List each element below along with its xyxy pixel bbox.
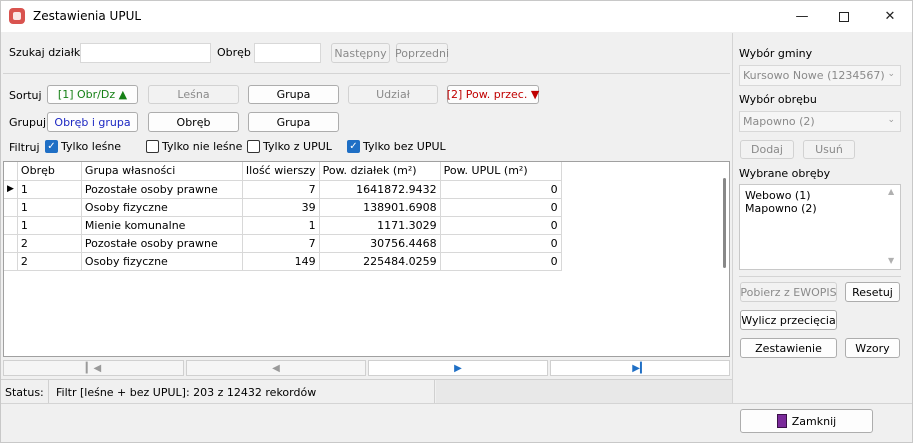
close-button[interactable]: Zamknij [740,409,873,433]
status-panel [436,380,732,404]
obreb-label: Wybór obrębu [739,93,817,106]
remove-button[interactable]: Usuń [803,140,855,159]
precinct-search-label: Obręb [217,46,251,59]
divider [3,73,730,74]
first-record-icon: ▎◀ [85,362,102,374]
selected-precincts-label: Wybrane obręby [739,167,831,180]
last-record-icon: ▶▎ [632,362,648,374]
sort-grupa-button[interactable]: Grupa [248,85,339,104]
panel-divider [732,33,733,403]
close-button-label: Zamknij [791,414,837,428]
sort-lesna-button[interactable]: Leśna [148,85,239,104]
parcel-search-label: Szukaj działki [9,46,84,59]
gmina-select[interactable]: Kursowo Nowe (1234567) ⌄ [739,65,901,86]
prior-record-button[interactable]: ◀ [186,360,366,376]
table-row[interactable]: 1 Mienie komunalne 1 1171.3029 0 [4,216,562,235]
sort-pow-przec-button[interactable]: [2] Pow. przec. ▼ [447,85,539,104]
record-navigator: ▎◀ ◀ ▶ ▶▎ [3,359,730,377]
parcel-search-input[interactable] [80,43,211,63]
status-text: Filtr [leśne + bez UPUL]: 203 z 12432 re… [52,380,435,404]
divider [1,403,912,404]
group-label: Grupuj [9,116,47,129]
scroll-down-icon[interactable]: ▼ [888,256,894,265]
filter-label: Filtruj [9,141,40,154]
gmina-label: Wybór gminy [739,47,813,60]
fetch-ewopis-button[interactable]: Pobierz z EWOPIS [740,282,837,302]
column-header[interactable]: Pow. UPUL (m²) [440,162,562,181]
chevron-down-icon: ⌄ [887,115,895,125]
list-scrollbar[interactable]: ▲ ▼ [888,187,898,265]
list-item[interactable]: Mapowno (2) [740,202,900,215]
sort-pow-przec-label: [2] Pow. przec. [446,88,528,101]
filter-bez-upul-label: Tylko bez UPUL [363,140,446,153]
compute-intersections-button[interactable]: Wylicz przecięcia [740,310,837,330]
sort-label: Sortuj [9,89,42,102]
check-icon: ✓ [347,140,360,153]
divider [739,276,901,277]
scroll-up-icon[interactable]: ▲ [888,187,894,196]
last-record-button[interactable]: ▶▎ [550,360,730,376]
sort-obr-dz-button[interactable]: [1] Obr/Dz ▲ [47,85,138,104]
obreb-select[interactable]: Mapowno (2) ⌄ [739,111,901,132]
reset-button[interactable]: Resetuj [845,282,900,302]
next-record-button[interactable]: ▶ [368,360,548,376]
report-button[interactable]: Zestawienie [740,338,837,358]
chevron-down-icon: ⌄ [887,69,895,79]
scrollbar-thumb[interactable] [723,178,726,268]
table-row[interactable]: 2 Osoby fizyczne 149 225484.0259 0 [4,252,562,271]
data-grid[interactable]: Obręb Grupa własności Ilość wierszy Pow.… [3,161,730,357]
arrow-up-icon: ▲ [118,88,128,101]
grid-vertical-scrollbar[interactable] [720,162,730,356]
sort-udzial-button[interactable]: Udział [348,85,438,104]
minimize-icon[interactable]: — [779,1,825,32]
filter-z-upul-label: Tylko z UPUL [263,140,332,153]
app-icon [9,8,25,24]
close-icon[interactable]: ✕ [867,1,913,32]
status-bar: Status: Filtr [leśne + bez UPUL]: 203 z … [1,379,732,404]
column-header[interactable]: Grupa własności [81,162,243,181]
window-title: Zestawienia UPUL [33,9,142,23]
sort-obr-dz-label: [1] Obr/Dz [57,88,116,101]
obreb-value: Mapowno (2) [743,115,815,128]
add-button[interactable]: Dodaj [740,140,794,159]
maximize-icon[interactable] [821,1,867,32]
title-bar: Zestawienia UPUL — ✕ [1,1,912,32]
door-exit-icon [776,414,787,428]
group-grupa-button[interactable]: Grupa [248,112,339,132]
column-header[interactable]: Ilość wierszy [242,162,320,181]
filter-z-upul-checkbox[interactable]: Tylko z UPUL [247,140,332,153]
main-window: Zestawienia UPUL — ✕ Szukaj działki Obrę… [0,0,913,443]
column-header[interactable]: Obręb [17,162,82,181]
check-icon: ✓ [45,140,58,153]
status-label: Status: [1,380,49,404]
results-table: Obręb Grupa własności Ilość wierszy Pow.… [4,162,562,271]
precinct-search-input[interactable] [254,43,321,63]
selected-precincts-list[interactable]: Webowo (1) Mapowno (2) ▲ ▼ [739,184,901,270]
column-header[interactable]: Pow. działek (m²) [319,162,441,181]
table-row[interactable]: ▶ 1 Pozostałe osoby prawne 7 1641872.943… [4,180,562,199]
table-row[interactable]: 1 Osoby fizyczne 39 138901.6908 0 [4,198,562,217]
filter-lesne-label: Tylko leśne [61,140,122,153]
row-pointer-icon: ▶ [4,180,18,199]
filter-nie-lesne-checkbox[interactable]: Tylko nie leśne [146,140,242,153]
gmina-value: Kursowo Nowe (1234567) [743,69,885,82]
previous-button[interactable]: Poprzedni [395,43,449,63]
next-record-icon: ▶ [454,362,462,374]
group-obreb-grupa-button[interactable]: Obręb i grupa [47,112,138,132]
table-header-row: Obręb Grupa własności Ilość wierszy Pow.… [4,162,562,181]
filter-lesne-checkbox[interactable]: ✓ Tylko leśne [45,140,121,153]
group-obreb-button[interactable]: Obręb [148,112,239,132]
table-row[interactable]: 2 Pozostałe osoby prawne 7 30756.4468 0 [4,234,562,253]
filter-nie-lesne-label: Tylko nie leśne [162,140,243,153]
next-button[interactable]: Następny [331,43,390,63]
templates-button[interactable]: Wzory [845,338,900,358]
prior-record-icon: ◀ [272,362,280,374]
filter-bez-upul-checkbox[interactable]: ✓ Tylko bez UPUL [347,140,446,153]
arrow-down-icon: ▼ [530,88,540,101]
first-record-button[interactable]: ▎◀ [3,360,184,376]
list-item[interactable]: Webowo (1) [740,189,900,202]
